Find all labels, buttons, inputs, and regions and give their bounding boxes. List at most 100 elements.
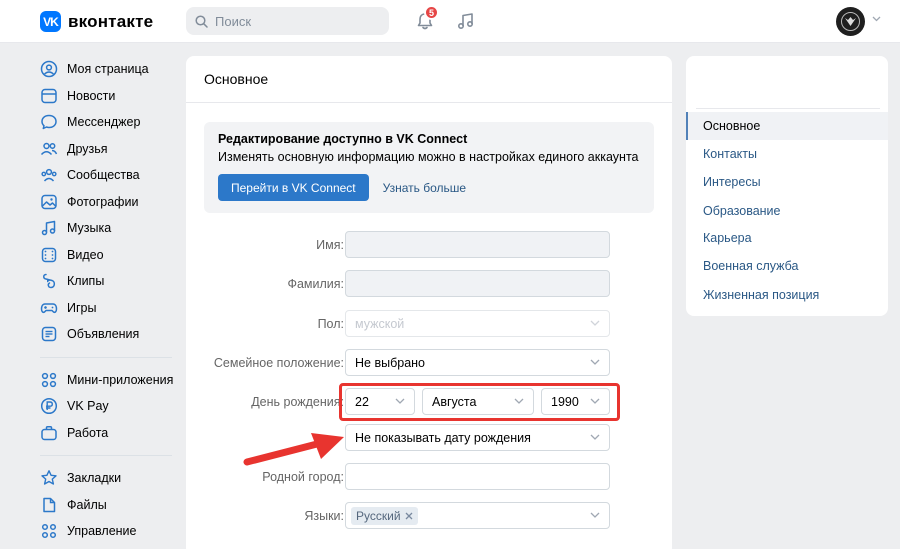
chevron-down-icon bbox=[590, 434, 600, 440]
hometown-label: Родной город: bbox=[262, 470, 344, 484]
menu-item-manage[interactable]: Управление bbox=[40, 518, 180, 545]
menu-item-news[interactable]: Новости bbox=[40, 83, 180, 110]
right-nav: Основное Контакты Интересы Образование К… bbox=[686, 56, 888, 316]
chevron-down-icon bbox=[590, 320, 600, 326]
avatar[interactable] bbox=[836, 7, 865, 36]
tab-interests[interactable]: Интересы bbox=[686, 168, 888, 196]
menu-label: Объявления bbox=[67, 327, 140, 342]
menu-label: Закладки bbox=[67, 471, 122, 486]
notice-actions: Перейти в VK Connect Узнать больше bbox=[218, 174, 640, 201]
left-menu: Моя страница Новости Мессенджер Друзья С… bbox=[40, 56, 180, 545]
marital-status-row: Семейное положение: Не выбрано bbox=[186, 349, 672, 377]
apps-icon bbox=[41, 372, 57, 387]
vk-logo[interactable]: VK вконтакте bbox=[40, 11, 153, 32]
menu-label: Фотографии bbox=[67, 194, 139, 209]
first-name-field[interactable] bbox=[345, 231, 610, 258]
menu-item-bookmarks[interactable]: Закладки bbox=[40, 465, 180, 492]
last-name-label: Фамилия: bbox=[287, 277, 344, 291]
chevron-down-icon bbox=[590, 359, 600, 365]
video-icon bbox=[41, 247, 57, 262]
languages-select[interactable]: Русский bbox=[345, 502, 610, 529]
menu-label: VK Pay bbox=[67, 399, 109, 414]
menu-label: Управление bbox=[67, 524, 137, 539]
gamepad-icon bbox=[40, 303, 58, 313]
birthday-visibility-select[interactable]: Не показывать дату рождения bbox=[345, 424, 610, 451]
avatar-emblem-icon bbox=[841, 12, 860, 31]
menu-item-files[interactable]: Файлы bbox=[40, 492, 180, 519]
menu-item-my-page[interactable]: Моя страница bbox=[40, 56, 180, 83]
star-icon bbox=[41, 470, 57, 485]
friends-icon bbox=[40, 142, 58, 155]
menu-item-mini-apps[interactable]: Мини-приложения bbox=[40, 367, 180, 394]
search-icon bbox=[195, 14, 208, 28]
ads-icon bbox=[41, 327, 57, 342]
remove-tag-icon[interactable] bbox=[405, 512, 413, 520]
tab-military-service[interactable]: Военная служба bbox=[686, 252, 888, 280]
menu-label: Видео bbox=[67, 247, 104, 262]
learn-more-link[interactable]: Узнать больше bbox=[383, 181, 466, 195]
vk-logo-text: вконтакте bbox=[68, 11, 154, 31]
menu-item-video[interactable]: Видео bbox=[40, 242, 180, 269]
menu-divider bbox=[40, 455, 172, 456]
communities-icon bbox=[41, 169, 57, 182]
briefcase-icon bbox=[41, 425, 57, 440]
languages-label: Языки: bbox=[304, 509, 344, 523]
birthday-highlight-box bbox=[339, 383, 620, 421]
music-icon bbox=[41, 221, 56, 236]
menu-label: Клипы bbox=[67, 274, 105, 289]
menu-label: Игры bbox=[67, 300, 97, 315]
marital-status-select[interactable]: Не выбрано bbox=[345, 349, 610, 376]
menu-item-friends[interactable]: Друзья bbox=[40, 136, 180, 163]
menu-item-messenger[interactable]: Мессенджер bbox=[40, 109, 180, 136]
menu-label: Музыка bbox=[67, 221, 112, 236]
chevron-down-icon bbox=[590, 512, 600, 518]
top-header: VK вконтакте 5 bbox=[0, 0, 900, 43]
music-icon[interactable] bbox=[456, 11, 476, 31]
tab-life-position[interactable]: Жизненная позиция bbox=[686, 281, 888, 309]
menu-item-clips[interactable]: Клипы bbox=[40, 268, 180, 295]
tab-contacts[interactable]: Контакты bbox=[686, 140, 888, 168]
clips-icon bbox=[43, 274, 56, 289]
gender-select[interactable]: мужской bbox=[345, 310, 610, 337]
first-name-label: Имя: bbox=[316, 238, 344, 252]
go-to-vk-connect-button[interactable]: Перейти в VK Connect bbox=[218, 174, 369, 201]
file-icon bbox=[43, 497, 56, 512]
page-title: Основное bbox=[186, 56, 672, 103]
hometown-input[interactable] bbox=[345, 463, 610, 490]
news-icon bbox=[41, 88, 57, 103]
language-tag: Русский bbox=[351, 507, 418, 525]
tab-education[interactable]: Образование bbox=[686, 197, 888, 225]
menu-item-games[interactable]: Игры bbox=[40, 295, 180, 322]
search-input[interactable] bbox=[215, 13, 375, 29]
languages-row: Языки: Русский bbox=[186, 502, 672, 530]
menu-label: Файлы bbox=[67, 497, 107, 512]
main-card: Основное Редактирование доступно в VK Co… bbox=[186, 56, 672, 549]
first-name-row: Имя: bbox=[186, 231, 672, 259]
menu-item-photos[interactable]: Фотографии bbox=[40, 189, 180, 216]
notice-description: Изменять основную информацию можно в нас… bbox=[218, 150, 639, 164]
menu-label: Моя страница bbox=[67, 62, 149, 77]
vk-logo-mark: VK bbox=[40, 11, 61, 32]
photo-icon bbox=[41, 194, 57, 209]
notifications-badge: 5 bbox=[424, 5, 439, 20]
last-name-row: Фамилия: bbox=[186, 270, 672, 298]
marital-status-label: Семейное положение: bbox=[213, 356, 344, 370]
last-name-field[interactable] bbox=[345, 270, 610, 297]
message-icon bbox=[41, 115, 57, 130]
marital-status-value: Не выбрано bbox=[355, 356, 425, 370]
chevron-down-icon[interactable] bbox=[872, 16, 881, 22]
menu-label: Работа bbox=[67, 425, 109, 440]
menu-item-vk-pay[interactable]: VK Pay bbox=[40, 393, 180, 420]
right-nav-divider bbox=[696, 108, 880, 109]
vk-connect-notice: Редактирование доступно в VK Connect Изм… bbox=[204, 122, 654, 213]
menu-item-communities[interactable]: Сообщества bbox=[40, 162, 180, 189]
menu-item-music[interactable]: Музыка bbox=[40, 215, 180, 242]
search-box[interactable] bbox=[186, 7, 389, 35]
menu-label: Друзья bbox=[67, 141, 108, 156]
menu-item-ads[interactable]: Объявления bbox=[40, 321, 180, 348]
tab-career[interactable]: Карьера bbox=[686, 224, 888, 252]
gender-value: мужской bbox=[355, 317, 405, 331]
tab-basic[interactable]: Основное bbox=[686, 112, 888, 140]
gender-label: Пол: bbox=[317, 317, 344, 331]
menu-item-work[interactable]: Работа bbox=[40, 420, 180, 447]
